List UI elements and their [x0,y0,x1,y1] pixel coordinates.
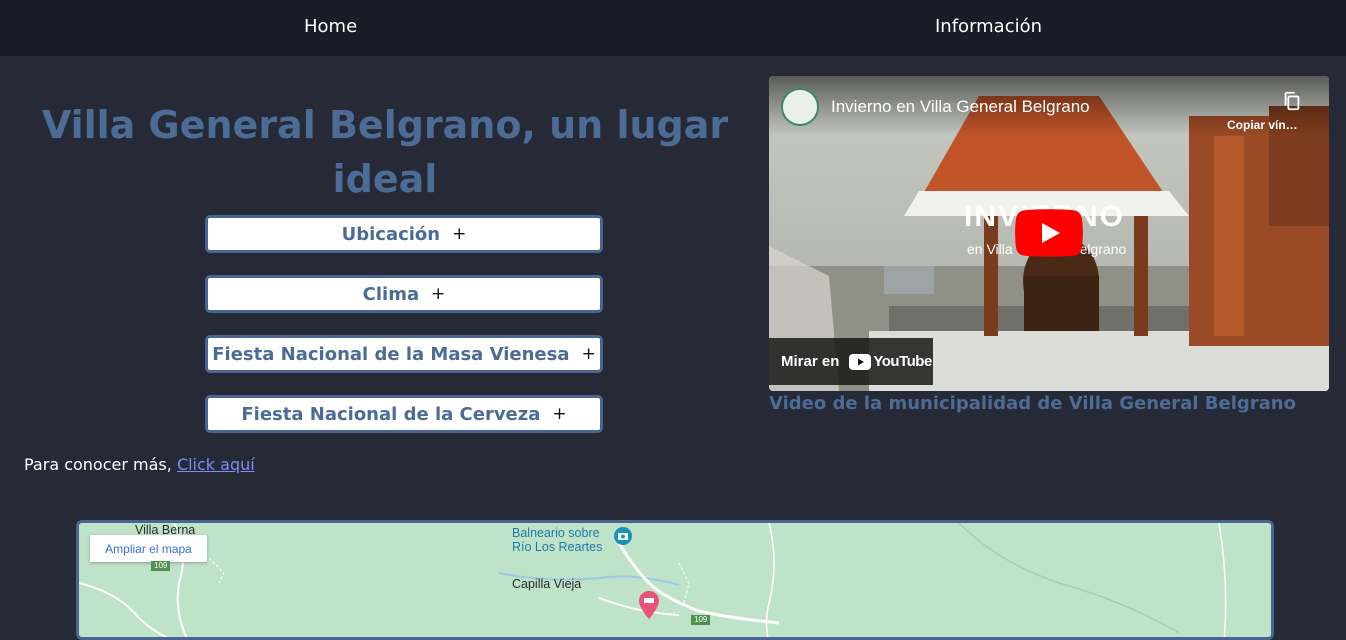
channel-avatar[interactable] [781,88,819,126]
play-button-icon[interactable] [1015,209,1083,257]
map-place-balneario-line2[interactable]: Río Los Reartes [512,540,602,554]
nav-home-link[interactable]: Home [304,0,357,56]
plus-icon: + [452,224,467,244]
map-place-villa-berna[interactable]: Villa Berna [135,523,195,537]
section-label: Fiesta Nacional de la Cerveza [241,403,541,425]
video-caption: Video de la municipalidad de Villa Gener… [769,393,1296,414]
section-label: Ubicación [341,223,441,245]
enlarge-map-button[interactable]: Ampliar el mapa [90,535,207,562]
section-clima-button[interactable]: Clima + [205,275,603,313]
watch-on-youtube-button[interactable]: Mirar en YouTube [769,338,933,385]
more-info-text: Para conocer más, Click aquí [24,455,255,474]
section-label: Clima [362,283,420,305]
section-ubicacion-button[interactable]: Ubicación + [205,215,603,253]
plus-icon: + [581,344,596,364]
plus-icon: + [552,404,567,424]
section-masa-vienesa-button[interactable]: Fiesta Nacional de la Masa Vienesa + [205,335,603,373]
section-label: Fiesta Nacional de la Masa Vienesa [212,343,570,365]
copy-icon [1284,91,1300,111]
click-here-link[interactable]: Click aquí [177,455,255,474]
watch-on-label: Mirar en [781,353,840,370]
video-title[interactable]: Invierno en Villa General Belgrano [831,97,1090,117]
camera-pin-icon[interactable] [613,526,633,548]
map-place-balneario-line1[interactable]: Balneario sobre [512,526,600,540]
youtube-video-embed[interactable]: INVIERNO en Villa General Belgrano Invie… [769,76,1329,391]
youtube-word: YouTube [873,353,932,370]
map-place-capilla-vieja[interactable]: Capilla Vieja [512,577,581,591]
route-badge: 109 [691,615,711,625]
map-canvas [79,523,1271,637]
copy-link-label: Copiar vín… [1227,118,1298,132]
section-cerveza-button[interactable]: Fiesta Nacional de la Cerveza + [205,395,603,433]
navbar: Home Información [0,0,1346,56]
hotel-pin-icon[interactable] [638,590,660,620]
page-title: Villa General Belgrano, un lugar ideal [41,103,729,201]
google-map-embed[interactable]: Ampliar el mapa Villa Berna 109 Balneari… [76,520,1274,640]
plus-icon: + [431,284,446,304]
more-info-label: Para conocer más, [24,455,172,474]
nav-info-link[interactable]: Información [935,0,1042,56]
youtube-logo-icon: YouTube [849,353,932,370]
route-badge: 109 [151,561,171,571]
